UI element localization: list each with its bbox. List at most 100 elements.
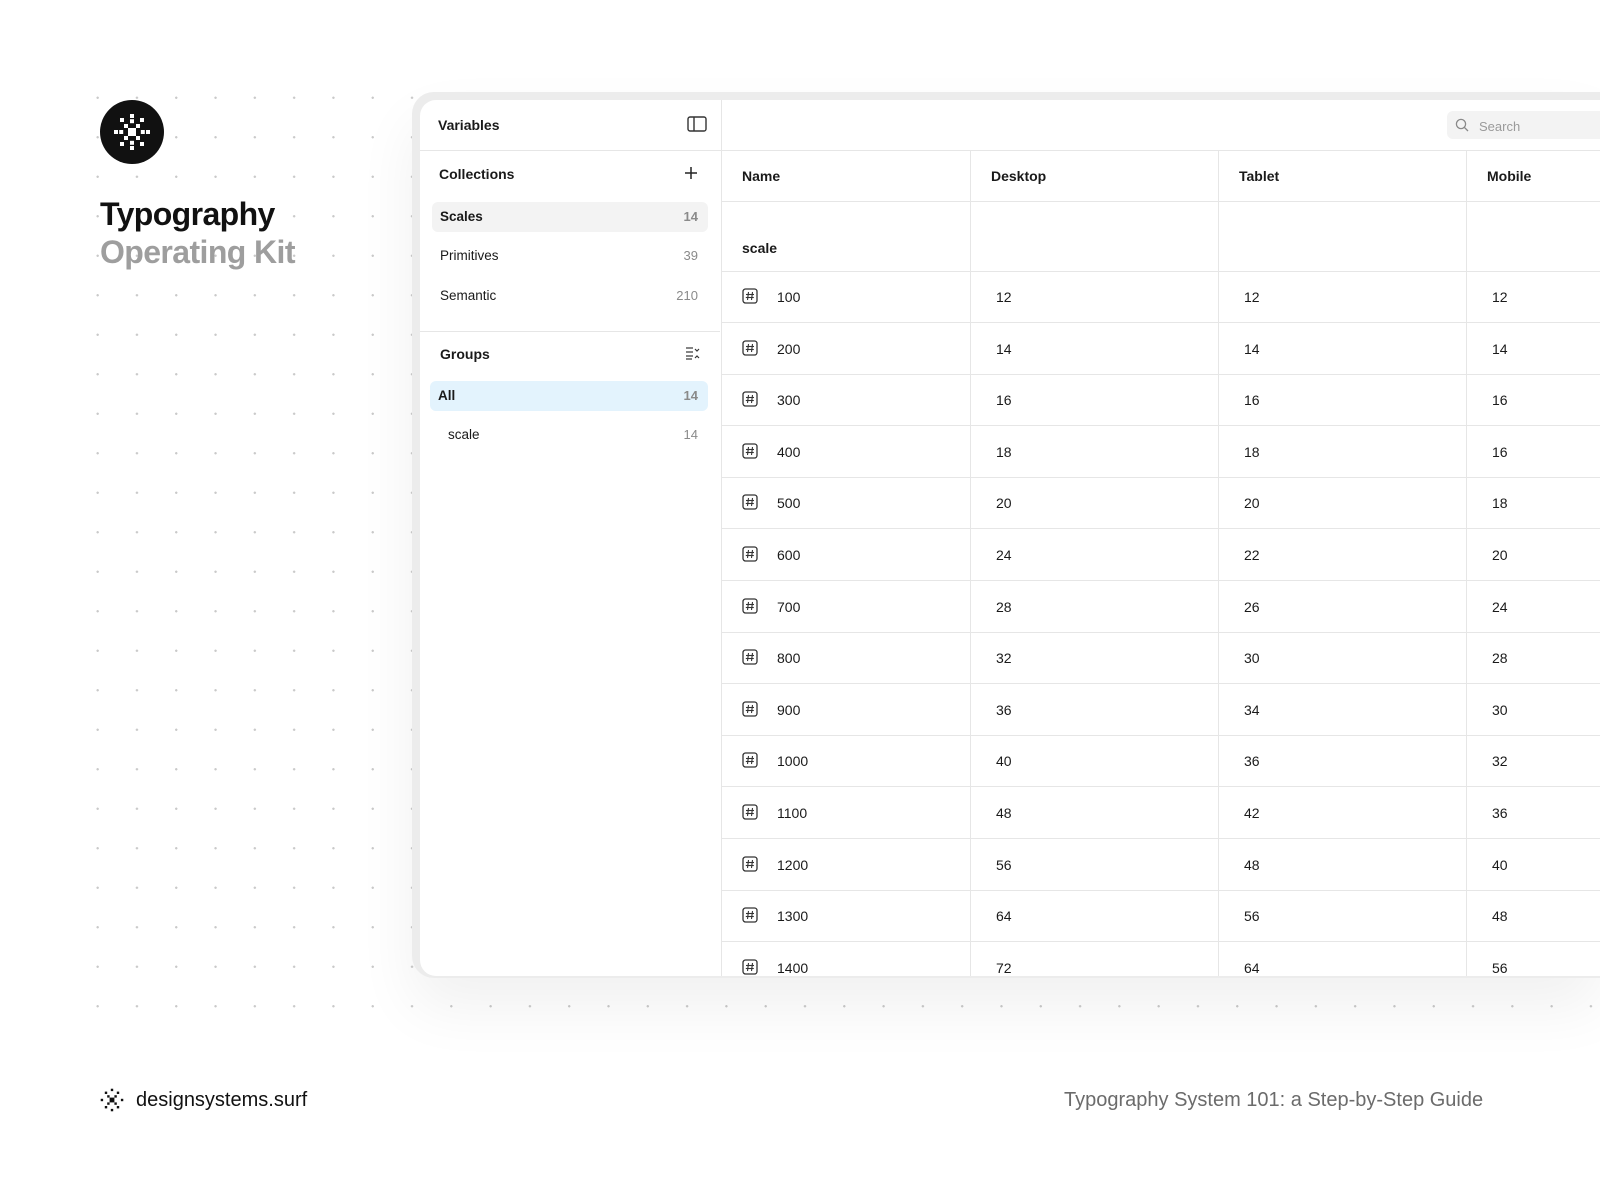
- mobile-value-cell[interactable]: 56: [1492, 960, 1508, 976]
- tablet-value-cell[interactable]: 22: [1244, 547, 1260, 563]
- sidebar-title: Variables: [438, 117, 500, 133]
- tablet-value-cell[interactable]: 36: [1244, 753, 1260, 769]
- variable-name-cell[interactable]: 1100: [777, 805, 807, 821]
- table-row[interactable]: 700 28 26 24: [722, 582, 1600, 633]
- logo-badge: [100, 100, 164, 164]
- column-header-desktop[interactable]: Desktop: [971, 150, 1219, 201]
- table-row[interactable]: 1100 48 42 36: [722, 788, 1600, 839]
- group-item-scale[interactable]: scale 14: [440, 420, 708, 450]
- tablet-value-cell[interactable]: 42: [1244, 805, 1260, 821]
- variable-name-cell[interactable]: 1200: [777, 857, 808, 873]
- desktop-value-cell[interactable]: 18: [996, 444, 1012, 460]
- desktop-value-cell[interactable]: 64: [996, 908, 1012, 924]
- mobile-value-cell[interactable]: 14: [1492, 341, 1508, 357]
- collection-label: Semantic: [440, 288, 497, 303]
- table-row[interactable]: 600 24 22 20: [722, 530, 1600, 581]
- collection-item-semantic[interactable]: Semantic 210: [432, 281, 708, 311]
- table-row[interactable]: 300 16 16 16: [722, 375, 1600, 427]
- mobile-value-cell[interactable]: 32: [1492, 753, 1508, 769]
- variable-name-cell[interactable]: 500: [777, 495, 800, 511]
- desktop-value-cell[interactable]: 32: [996, 650, 1012, 666]
- desktop-value-cell[interactable]: 40: [996, 753, 1012, 769]
- variable-name-cell[interactable]: 600: [777, 547, 800, 563]
- tablet-value-cell[interactable]: 20: [1244, 495, 1260, 511]
- tablet-value-cell[interactable]: 56: [1244, 908, 1260, 924]
- desktop-value-cell[interactable]: 24: [996, 547, 1012, 563]
- desktop-value-cell[interactable]: 36: [996, 702, 1012, 718]
- site-link[interactable]: designsystems.surf: [136, 1089, 307, 1112]
- table-row[interactable]: 400 18 18 16: [722, 427, 1600, 478]
- desktop-value-cell[interactable]: 16: [996, 392, 1012, 408]
- mobile-value-cell[interactable]: 36: [1492, 805, 1508, 821]
- number-variable-icon: [742, 855, 758, 875]
- mobile-value-cell[interactable]: 16: [1492, 392, 1508, 408]
- column-label: Mobile: [1487, 168, 1532, 184]
- variable-name-cell[interactable]: 800: [777, 650, 800, 666]
- number-variable-icon: [742, 339, 758, 359]
- column-header-name[interactable]: Name: [722, 150, 970, 201]
- desktop-value-cell[interactable]: 48: [996, 805, 1012, 821]
- group-item-all[interactable]: All 14: [430, 381, 708, 411]
- search-box[interactable]: [1447, 111, 1600, 139]
- column-label: Tablet: [1239, 168, 1280, 184]
- column-header-mobile[interactable]: Mobile: [1467, 150, 1600, 201]
- tablet-value-cell[interactable]: 16: [1244, 392, 1260, 408]
- mobile-value-cell[interactable]: 12: [1492, 289, 1508, 305]
- mobile-value-cell[interactable]: 48: [1492, 908, 1508, 924]
- table-row[interactable]: 1400 72 64 56: [722, 943, 1600, 976]
- table-row[interactable]: 1300 64 56 48: [722, 891, 1600, 943]
- table-row[interactable]: 500 20 20 18: [722, 478, 1600, 530]
- variable-name-cell[interactable]: 100: [777, 289, 800, 305]
- sidebar-header: Variables: [420, 100, 721, 151]
- table-row[interactable]: 1000 40 36 32: [722, 736, 1600, 788]
- mobile-value-cell[interactable]: 18: [1492, 495, 1508, 511]
- tablet-value-cell[interactable]: 12: [1244, 289, 1260, 305]
- number-variable-icon: [742, 907, 758, 926]
- variable-name-cell[interactable]: 300: [777, 392, 800, 408]
- tablet-value-cell[interactable]: 18: [1244, 444, 1260, 460]
- desktop-value-cell[interactable]: 20: [996, 495, 1012, 511]
- table-row[interactable]: 900 36 34 30: [722, 685, 1600, 736]
- variable-name-cell[interactable]: 900: [777, 702, 800, 718]
- mobile-value-cell[interactable]: 24: [1492, 599, 1508, 615]
- tablet-value-cell[interactable]: 14: [1244, 341, 1260, 357]
- desktop-value-cell[interactable]: 28: [996, 599, 1012, 615]
- desktop-value-cell[interactable]: 12: [996, 289, 1012, 305]
- table-row[interactable]: 100 12 12 12: [722, 272, 1600, 323]
- collection-item-primitives[interactable]: Primitives 39: [432, 241, 708, 271]
- sort-list-icon[interactable]: [685, 346, 701, 365]
- variable-name-cell[interactable]: 1400: [777, 960, 808, 976]
- tablet-value-cell[interactable]: 26: [1244, 599, 1260, 615]
- tablet-value-cell[interactable]: 30: [1244, 650, 1260, 666]
- desktop-value-cell[interactable]: 56: [996, 857, 1012, 873]
- tablet-value-cell[interactable]: 34: [1244, 702, 1260, 718]
- table-row[interactable]: 1200 56 48 40: [722, 840, 1600, 891]
- mobile-value-cell[interactable]: 30: [1492, 702, 1508, 718]
- table-row[interactable]: 200 14 14 14: [722, 324, 1600, 375]
- tablet-value-cell[interactable]: 64: [1244, 960, 1260, 976]
- variable-name-cell[interactable]: 1300: [777, 908, 808, 924]
- variable-name-cell[interactable]: 200: [777, 341, 800, 357]
- collection-item-scales[interactable]: Scales 14: [432, 202, 708, 232]
- number-variable-icon: [742, 494, 758, 513]
- variable-name-cell[interactable]: 400: [777, 444, 800, 460]
- group-row-label: scale: [742, 240, 778, 256]
- mobile-value-cell[interactable]: 20: [1492, 547, 1508, 563]
- plus-icon[interactable]: [684, 166, 698, 185]
- tablet-value-cell[interactable]: 48: [1244, 857, 1260, 873]
- column-label: Desktop: [991, 168, 1047, 184]
- desktop-value-cell[interactable]: 72: [996, 960, 1012, 976]
- table-row[interactable]: 800 32 30 28: [722, 633, 1600, 685]
- desktop-value-cell[interactable]: 14: [996, 341, 1012, 357]
- variable-name-cell[interactable]: 700: [777, 599, 800, 615]
- column-header-tablet[interactable]: Tablet: [1219, 150, 1467, 201]
- number-variable-icon: [742, 649, 758, 668]
- mobile-value-cell[interactable]: 28: [1492, 650, 1508, 666]
- mobile-value-cell[interactable]: 16: [1492, 444, 1508, 460]
- variable-name-cell[interactable]: 1000: [777, 753, 808, 769]
- mobile-value-cell[interactable]: 40: [1492, 857, 1508, 873]
- collection-count: 210: [676, 288, 698, 303]
- search-input[interactable]: [1477, 115, 1600, 137]
- sidebar-toggle-icon[interactable]: [687, 116, 707, 137]
- group-label: scale: [448, 427, 480, 442]
